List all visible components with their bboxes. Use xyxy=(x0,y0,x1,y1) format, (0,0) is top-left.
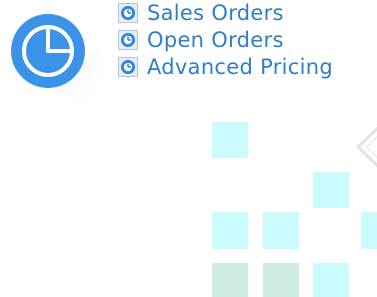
decor-tile xyxy=(212,122,248,158)
clock-icon xyxy=(118,30,138,50)
menu-item-label: Sales Orders xyxy=(147,1,284,25)
clock-icon xyxy=(118,57,138,77)
decor-tile xyxy=(212,263,248,297)
decor-tile xyxy=(361,212,377,249)
clock-icon xyxy=(118,3,138,23)
app-menu: Sales Orders Open Orders Advanced Pricin… xyxy=(117,0,377,81)
decor-tile xyxy=(263,263,299,297)
menu-item-sales-orders[interactable]: Sales Orders xyxy=(117,0,377,26)
chevron-left-icon xyxy=(355,126,377,168)
pie-chart-icon xyxy=(6,9,98,101)
decor-tile xyxy=(313,172,349,208)
menu-item-label: Advanced Pricing xyxy=(147,55,333,79)
decor-tile xyxy=(212,212,248,249)
menu-item-open-orders[interactable]: Open Orders xyxy=(117,27,377,53)
menu-item-label: Open Orders xyxy=(147,28,284,52)
menu-item-advanced-pricing[interactable]: Advanced Pricing xyxy=(117,54,377,80)
decor-tile xyxy=(263,212,299,249)
decor-tile xyxy=(313,263,349,297)
